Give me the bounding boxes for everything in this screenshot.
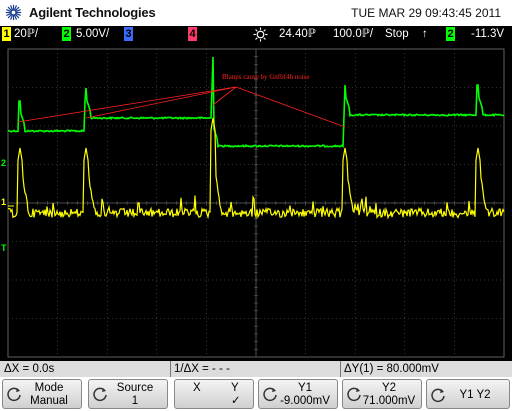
mode-softkey[interactable]: Mode Manual [2,379,82,409]
time-reference-icon [253,27,268,42]
trigger-level-marker[interactable]: T [1,243,7,253]
y1-softkey-label: Y1 [297,382,313,394]
channel-3-indicator[interactable]: 3 [124,27,133,41]
y2-softkey-value: 71.000mV [362,395,416,407]
inverse-delta-x-readout: 1/ΔX = - - - [174,363,230,375]
x-option: X [193,382,201,394]
y1-y2-softkey-label: Y1 Y2 [459,389,491,401]
delta-y-readout: ΔY(1) = 80.000mV [344,363,439,375]
agilent-logo-icon [5,4,22,21]
source-softkey-value: 1 [131,395,139,407]
graticule [7,48,505,358]
y2-softkey-label: Y2 [381,382,397,394]
time-delay: 24.40ℙ [279,28,316,40]
channel-2-scale: 5.00V/ [76,28,110,40]
source-softkey[interactable]: Source 1 [88,379,168,409]
y1-softkey[interactable]: Y1 -9.000mV [258,379,338,409]
channel-1-scale: 20ℙ/ [14,28,39,40]
timebase: 100.0ℙ/ [333,28,374,40]
delta-x-readout: ΔX = 0.0s [4,363,55,375]
trigger-level: -11.3V [471,28,505,40]
y1-y2-softkey[interactable]: Y1 Y2 [426,379,510,409]
annotation-pointer-line [235,86,346,128]
run-state: Stop [385,28,409,40]
mode-softkey-value: Manual [30,395,68,407]
mode-softkey-label: Mode [34,382,64,394]
source-softkey-label: Source [116,382,154,394]
channel-2-indicator[interactable]: 2 [62,27,71,41]
trigger-source: 2 [446,27,455,41]
y-option-check: ✓ [231,395,241,407]
channel-1-indicator[interactable]: 1 [2,27,11,41]
trigger-slope-icon: ↑ [422,28,428,40]
channel-1-ground-marker[interactable]: 1 [1,197,6,207]
channel-4-indicator[interactable]: 4 [188,27,197,41]
separator [340,361,341,377]
separator [170,361,171,377]
annotation-pointer-line [17,86,237,123]
header: Agilent Technologies TUE MAR 29 09:43:45… [0,0,512,26]
y2-softkey[interactable]: Y2 71.000mV [342,379,422,409]
y-option: Y [231,382,239,394]
waveform-display[interactable]: Blanps cause by Gnfbf4h noise 2 1 T [0,43,512,361]
annotation-callout-lines [17,86,346,128]
brand-name: Agilent Technologies [29,5,156,20]
date-time: TUE MAR 29 09:43:45 2011 [351,6,501,20]
softkey-bar: Mode Manual Source 1 X Y ✓ Y1 -9.000mV Y… [0,377,512,411]
waveform-canvas: Blanps cause by Gnfbf4h noise 2 1 T [1,48,505,358]
annotation-text: Blanps cause by Gnfbf4h noise [222,73,309,81]
channel-2-ground-marker[interactable]: 2 [1,158,6,168]
xy-softkey[interactable]: X Y ✓ [174,379,254,409]
status-bar: 1 20ℙ/ 2 5.00V/ 3 4 24.40ℙ 100.0ℙ/ Stop … [0,26,512,43]
y1-softkey-value: -9.000mV [280,395,330,407]
cursor-measurement-bar: ΔX = 0.0s 1/ΔX = - - - ΔY(1) = 80.000mV [0,361,512,377]
oscilloscope-screen: Agilent Technologies TUE MAR 29 09:43:45… [0,0,512,411]
